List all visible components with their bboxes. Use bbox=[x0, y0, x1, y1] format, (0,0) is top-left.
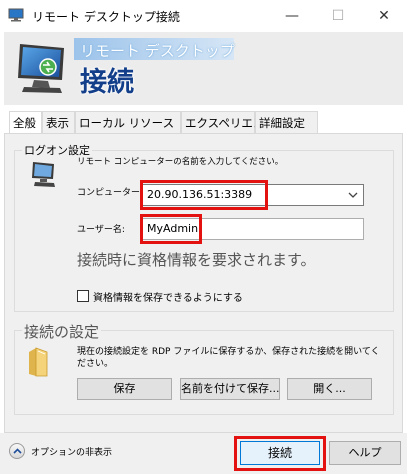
options-label[interactable]: オプションの非表示 bbox=[31, 445, 112, 458]
computer-label: コンピューター: bbox=[77, 188, 144, 198]
connect-highlight-box bbox=[234, 436, 326, 471]
window-title: リモート デスクトップ接続 bbox=[32, 10, 180, 24]
computer-input[interactable]: 20.90.136.51:3389 bbox=[147, 186, 252, 204]
help-button[interactable]: ヘルプ bbox=[329, 441, 401, 465]
save-credentials-checkbox[interactable] bbox=[77, 290, 89, 302]
user-label: ユーザー名: bbox=[77, 225, 125, 235]
tab-general[interactable]: 全般 bbox=[9, 111, 42, 134]
minimize-button[interactable]: — bbox=[269, 0, 315, 32]
connection-settings-description: 現在の接続設定を RDP ファイルに保存するか、保存された接続を開いてください。 bbox=[77, 347, 380, 369]
banner-title: 接続 bbox=[80, 67, 134, 98]
chevron-down-icon[interactable] bbox=[348, 191, 358, 199]
logon-instruction: リモート コンピューターの名前を入力してください。 bbox=[77, 157, 284, 167]
maximize-button[interactable]: ☐ bbox=[315, 0, 361, 32]
tab-experience[interactable]: エクスペリエンス bbox=[181, 111, 276, 134]
chevron-up-icon bbox=[13, 448, 22, 454]
connection-settings-label: 接続の設定 bbox=[22, 321, 102, 342]
open-button[interactable]: 開く... bbox=[287, 378, 372, 400]
title-bar: リモート デスクトップ接続 — ☐ ✕ bbox=[0, 0, 407, 32]
tab-display[interactable]: 表示 bbox=[42, 111, 75, 134]
options-toggle-button[interactable] bbox=[9, 443, 25, 459]
rdp-computer-icon bbox=[18, 44, 64, 93]
close-button[interactable]: ✕ bbox=[361, 0, 407, 32]
folder-icon bbox=[29, 347, 48, 377]
rdp-app-icon bbox=[8, 8, 24, 22]
tab-bar: 全般 表示 ローカル リソース エクスペリエンス 詳細設定 bbox=[4, 111, 403, 134]
credential-note: 接続時に資格情報を要求されます。 bbox=[77, 251, 316, 269]
save-as-button[interactable]: 名前を付けて保存... bbox=[180, 378, 280, 400]
save-button[interactable]: 保存 bbox=[77, 378, 172, 400]
banner-subtitle: リモート デスクトップ bbox=[80, 42, 235, 60]
computer-icon bbox=[32, 162, 55, 187]
save-credentials-label[interactable]: 資格情報を保存できるようにする bbox=[93, 289, 243, 304]
tab-local-resources[interactable]: ローカル リソース bbox=[75, 111, 181, 134]
connection-settings-group bbox=[14, 330, 394, 415]
dialog-footer: オプションの非表示 接続 ヘルプ bbox=[0, 433, 407, 474]
user-input[interactable]: MyAdmin bbox=[147, 220, 198, 238]
tab-advanced[interactable]: 詳細設定 bbox=[255, 111, 318, 134]
